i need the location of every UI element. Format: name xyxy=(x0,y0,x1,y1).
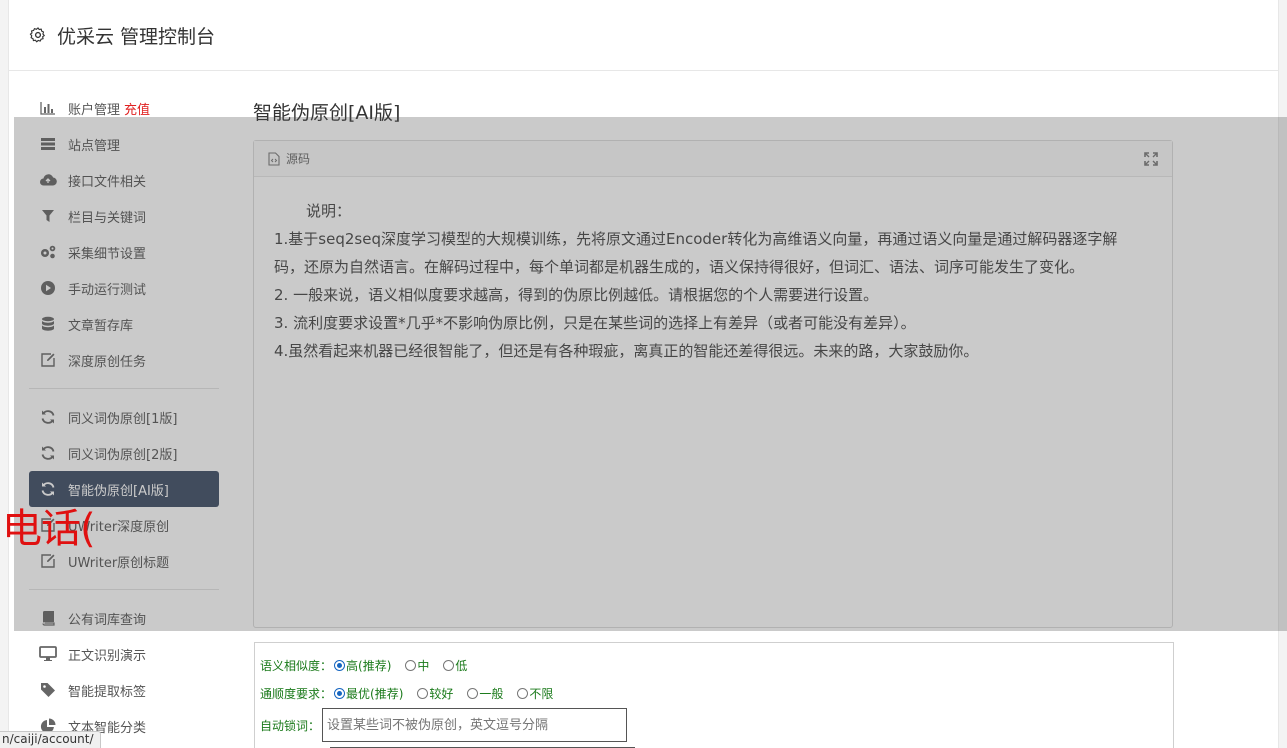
nav-label: 智能提取标签 xyxy=(68,684,147,700)
modal-overlay xyxy=(14,117,1287,631)
similarity-low-radio[interactable]: 低 xyxy=(443,657,467,674)
app-title: 优采云 管理控制台 xyxy=(57,25,216,48)
lock-words-input[interactable] xyxy=(322,708,628,742)
monitor-icon xyxy=(39,645,57,663)
radio-label: 低 xyxy=(455,658,468,673)
fluency-any-radio[interactable]: 不限 xyxy=(517,685,553,702)
nav-text-recognition[interactable]: 正文识别演示 xyxy=(29,636,219,672)
radio-dot xyxy=(417,687,429,699)
phone-watermark: 电话( xyxy=(2,506,96,552)
status-bar-url: n/caiji/account/ xyxy=(0,731,101,748)
recharge-link[interactable]: 充值 xyxy=(124,99,150,118)
radio-label: 不限 xyxy=(529,686,554,701)
top-header: 优采云 管理控制台 xyxy=(9,0,1278,71)
radio-dot xyxy=(443,659,455,671)
lock-words-label: 自动锁词： xyxy=(260,718,321,733)
similarity-label: 语义相似度： xyxy=(260,658,333,673)
radio-dot xyxy=(405,659,417,671)
similarity-row: 语义相似度： 高(推荐) 中 低 xyxy=(260,651,1173,679)
nav-extract-tags[interactable]: 智能提取标签 xyxy=(29,672,219,708)
similarity-mid-radio[interactable]: 中 xyxy=(405,657,429,674)
radio-label: 高(推荐) xyxy=(346,658,392,673)
options-form: 语义相似度： 高(推荐) 中 低 通顺度要求： 最优(推荐) 较好 一般 不限 … xyxy=(254,642,1174,748)
similarity-high-radio[interactable]: 高(推荐) xyxy=(334,657,391,674)
radio-dot xyxy=(334,659,346,671)
extra-input-row xyxy=(260,743,1173,748)
radio-dot xyxy=(467,687,479,699)
fluency-label: 通顺度要求： xyxy=(260,686,333,701)
bar-chart-icon xyxy=(39,99,57,117)
radio-label: 最优(推荐) xyxy=(346,686,404,701)
nav-label: 账户管理 xyxy=(68,102,121,118)
radio-label: 较好 xyxy=(429,686,454,701)
fluency-good-radio[interactable]: 较好 xyxy=(417,685,453,702)
tag-icon xyxy=(39,681,57,699)
gear-icon xyxy=(29,27,45,43)
fluency-normal-radio[interactable]: 一般 xyxy=(467,685,503,702)
radio-label: 一般 xyxy=(479,686,504,701)
lock-words-row: 自动锁词： xyxy=(260,707,1173,743)
radio-label: 中 xyxy=(417,658,430,673)
fluency-row: 通顺度要求： 最优(推荐) 较好 一般 不限 xyxy=(260,679,1173,707)
nav-label: 正文识别演示 xyxy=(68,648,147,664)
radio-dot xyxy=(334,687,346,699)
radio-dot xyxy=(517,687,529,699)
fluency-best-radio[interactable]: 最优(推荐) xyxy=(334,685,403,702)
